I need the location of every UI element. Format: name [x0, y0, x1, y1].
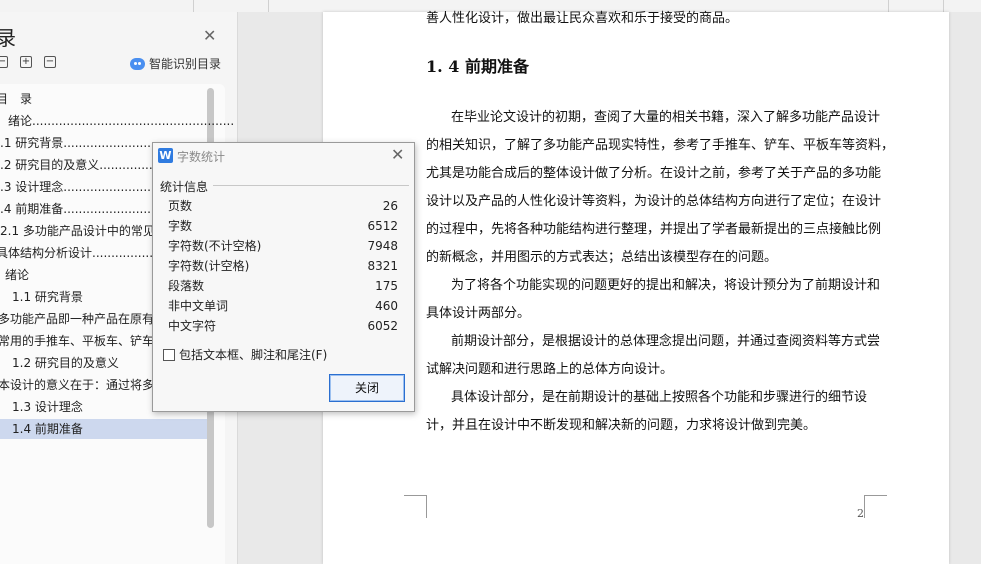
stat-row: 字符数(不计空格) 7948	[168, 236, 398, 256]
toolbar-divider	[268, 0, 269, 12]
wps-app-icon: W	[158, 148, 173, 163]
collapse-level-button[interactable]: −	[0, 56, 8, 68]
stat-value: 7948	[367, 239, 398, 253]
toc-item-selected[interactable]: 1.4 前期准备	[0, 419, 207, 439]
stats-group-label: 统计信息	[160, 178, 212, 195]
paragraph-line: 计，并且在设计中不断发现和解决新的问题，力求将设计做到完美。	[426, 418, 817, 433]
paragraph-line: 在毕业论文设计的初期，查阅了大量的相关书籍，深入了解多功能产品设计	[451, 110, 881, 125]
toolbar-divider	[193, 0, 194, 12]
close-icon[interactable]: ✕	[391, 145, 404, 164]
close-button[interactable]: 关闭	[329, 374, 405, 402]
toc-item[interactable]: 1.2 研究目的及意义	[12, 353, 119, 373]
include-textbox-footnote-checkbox[interactable]	[163, 349, 175, 361]
toc-item[interactable]: 目 录	[0, 89, 32, 109]
toc-item[interactable]: 绪论	[5, 265, 29, 285]
paragraph-line: 的过程中，先将各种功能结构进行整理，并提出了学者最新提出的三点接触比例	[426, 222, 882, 237]
page-margin-marker	[864, 495, 887, 518]
stat-value: 8321	[367, 259, 398, 273]
paragraph-line: 具体设计部分，是在前期设计的基础上按照各个功能和步骤进行的细节设	[451, 390, 868, 405]
group-divider	[213, 185, 409, 186]
stat-label: 字符数(计空格)	[168, 259, 250, 273]
smart-toc-label: 智能识别目录	[149, 57, 222, 71]
expand-all-button[interactable]: +	[20, 56, 32, 68]
stat-value: 460	[375, 299, 398, 313]
paragraph-line: 前期设计部分，是根据设计的总体理念提出问题，并通过查阅资料等方式尝	[451, 334, 881, 349]
paragraph-line: 尤其是功能合成后的整体设计做了分析。在设计之前，参考了关于产品的多功能	[426, 166, 882, 181]
stat-value: 26	[382, 199, 398, 213]
dialog-title: 字数统计	[177, 150, 226, 164]
paragraph-line: 设计以及产品的人性化设计等资料，为设计的总体结构方向进行了定位；在设计	[426, 194, 882, 209]
stat-row: 中文字符 6052	[168, 316, 398, 336]
stat-label: 字符数(不计空格)	[168, 239, 262, 253]
stat-label: 页数	[168, 199, 193, 213]
toolbar-divider	[888, 0, 889, 12]
paragraph-line: 的相关知识，了解了多功能产品现实特性，参考了手推车、铲车、平板车等资料，	[426, 138, 895, 153]
toc-item[interactable]: 2.1 多功能产品设计中的常见	[0, 221, 155, 241]
robot-icon	[130, 57, 145, 70]
toc-item[interactable]: 1.3 设计理念	[12, 397, 83, 417]
stat-label: 中文字符	[168, 319, 217, 333]
section-heading: 1. 4 前期准备	[426, 57, 529, 76]
stat-row: 页数 26	[168, 196, 398, 216]
stat-row: 非中文单词 460	[168, 296, 398, 316]
checkbox-label[interactable]: 包括文本框、脚注和尾注(F)	[179, 346, 327, 363]
stat-row: 段落数 175	[168, 276, 398, 296]
word-count-dialog: W 字数统计 ✕ 统计信息 页数 26 字数 6512 字符数(不计空格) 79…	[152, 142, 415, 412]
stat-value: 6512	[367, 219, 398, 233]
toc-item[interactable]: 1.1 研究背景	[12, 287, 83, 307]
stat-label: 段落数	[168, 279, 205, 293]
collapse-all-button[interactable]: −	[44, 56, 56, 68]
stat-label: 非中文单词	[168, 299, 229, 313]
smart-toc-button[interactable]: 智能识别目录	[130, 55, 221, 72]
toc-item[interactable]: 本设计的意义在于：通过将多	[0, 375, 154, 395]
paragraph-line: 的新概念，并用图示的方式表达；总结出该模型存在的问题。	[426, 250, 778, 265]
stat-value: 175	[375, 279, 398, 293]
toc-item[interactable]: 多功能产品即一种产品在原有	[0, 309, 154, 329]
paragraph-line: 善人性化设计，做出最让民众喜欢和乐于接受的商品。	[426, 11, 739, 26]
paragraph-line: 具体设计两部分。	[426, 306, 531, 321]
toc-item[interactable]: 常用的手推车、平板车、铲车	[0, 331, 154, 351]
toolbar-divider	[943, 0, 944, 12]
paragraph-line: 试解决问题和进行思路上的总体方向设计。	[426, 362, 674, 377]
stat-value: 6052	[367, 319, 398, 333]
page-margin-marker	[404, 495, 427, 518]
toc-item[interactable]: 绪论......................................…	[8, 111, 234, 131]
paragraph-line: 为了将各个功能实现的问题更好的提出和解决，将设计预分为了前期设计和	[451, 278, 881, 293]
stat-row: 字符数(计空格) 8321	[168, 256, 398, 276]
close-icon[interactable]: ✕	[203, 26, 216, 45]
nav-pane-title: 录	[0, 22, 16, 51]
page-number: 2	[857, 507, 864, 520]
stat-row: 字数 6512	[168, 216, 398, 236]
stat-label: 字数	[168, 219, 193, 233]
